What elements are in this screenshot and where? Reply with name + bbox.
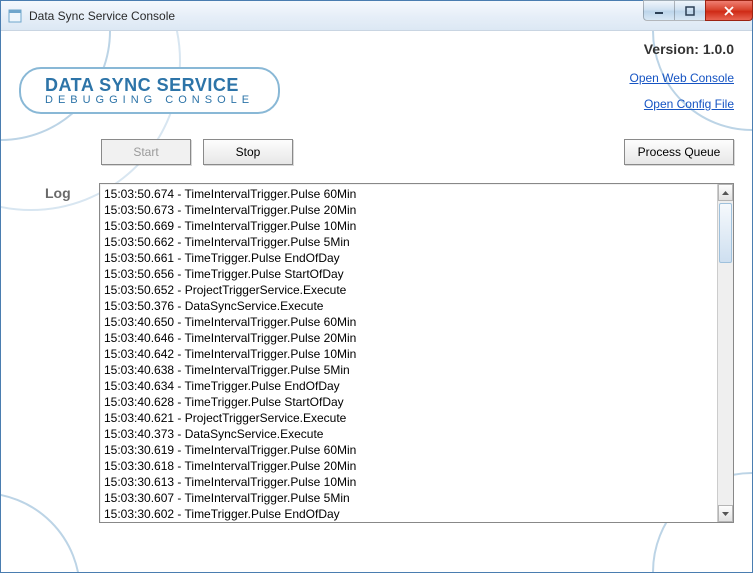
log-line[interactable]: 15:03:50.669 - TimeIntervalTrigger.Pulse… [104,218,713,234]
log-line[interactable]: 15:03:40.621 - ProjectTriggerService.Exe… [104,410,713,426]
app-window: Data Sync Service Console DATA SYNC S [0,0,753,573]
maximize-icon [685,6,695,16]
log-line[interactable]: 15:03:50.652 - ProjectTriggerService.Exe… [104,282,713,298]
close-icon [723,5,735,17]
log-line[interactable]: 15:03:40.650 - TimeIntervalTrigger.Pulse… [104,314,713,330]
log-line[interactable]: 15:03:40.373 - DataSyncService.Execute [104,426,713,442]
log-line[interactable]: 15:03:50.674 - TimeIntervalTrigger.Pulse… [104,186,713,202]
maximize-button[interactable] [674,0,706,21]
header-row: DATA SYNC SERVICE DEBUGGING CONSOLE Vers… [1,31,752,123]
controls-row: Start Stop Process Queue [1,123,752,175]
window-body: DATA SYNC SERVICE DEBUGGING CONSOLE Vers… [1,31,752,572]
open-config-file-link[interactable]: Open Config File [629,97,734,111]
log-line[interactable]: 15:03:30.602 - TimeTrigger.Pulse EndOfDa… [104,506,713,522]
close-button[interactable] [705,0,753,21]
log-area: Log 15:03:50.674 - TimeIntervalTrigger.P… [1,175,752,523]
window-controls [644,0,753,21]
log-box: 15:03:50.674 - TimeIntervalTrigger.Pulse… [99,183,734,523]
minimize-icon [654,6,664,16]
log-line[interactable]: 15:03:40.628 - TimeTrigger.Pulse StartOf… [104,394,713,410]
log-line[interactable]: 15:03:40.646 - TimeIntervalTrigger.Pulse… [104,330,713,346]
log-label: Log [45,183,99,523]
open-web-console-link[interactable]: Open Web Console [629,71,734,85]
log-line[interactable]: 15:03:30.607 - TimeIntervalTrigger.Pulse… [104,490,713,506]
log-line[interactable]: 15:03:30.613 - TimeIntervalTrigger.Pulse… [104,474,713,490]
start-button[interactable]: Start [101,139,191,165]
log-line[interactable]: 15:03:30.619 - TimeIntervalTrigger.Pulse… [104,442,713,458]
chevron-up-icon [722,191,729,195]
minimize-button[interactable] [643,0,675,21]
scrollbar-track[interactable] [718,201,733,505]
header-right: Version: 1.0.0 Open Web Console Open Con… [629,41,734,123]
logo-main-text: DATA SYNC SERVICE [45,75,254,96]
stop-button[interactable]: Stop [203,139,293,165]
scroll-up-button[interactable] [718,184,733,201]
log-line[interactable]: 15:03:40.642 - TimeIntervalTrigger.Pulse… [104,346,713,362]
log-line[interactable]: 15:03:50.661 - TimeTrigger.Pulse EndOfDa… [104,250,713,266]
app-icon [7,8,23,24]
scrollbar-thumb[interactable] [719,203,732,263]
window-title: Data Sync Service Console [29,9,175,23]
logo-sub-text: DEBUGGING CONSOLE [45,94,254,106]
titlebar[interactable]: Data Sync Service Console [1,1,752,31]
chevron-down-icon [722,512,729,516]
scroll-down-button[interactable] [718,505,733,522]
log-line[interactable]: 15:03:30.618 - TimeIntervalTrigger.Pulse… [104,458,713,474]
version-label: Version: 1.0.0 [629,41,734,57]
log-line[interactable]: 15:03:40.634 - TimeTrigger.Pulse EndOfDa… [104,378,713,394]
log-line[interactable]: 15:03:50.376 - DataSyncService.Execute [104,298,713,314]
log-line[interactable]: 15:03:50.673 - TimeIntervalTrigger.Pulse… [104,202,713,218]
logo: DATA SYNC SERVICE DEBUGGING CONSOLE [19,67,280,114]
scrollbar[interactable] [717,184,734,522]
log-line[interactable]: 15:03:50.656 - TimeTrigger.Pulse StartOf… [104,266,713,282]
log-content[interactable]: 15:03:50.674 - TimeIntervalTrigger.Pulse… [100,184,717,522]
log-line[interactable]: 15:03:50.662 - TimeIntervalTrigger.Pulse… [104,234,713,250]
process-queue-button[interactable]: Process Queue [624,139,734,165]
log-line[interactable]: 15:03:40.638 - TimeIntervalTrigger.Pulse… [104,362,713,378]
